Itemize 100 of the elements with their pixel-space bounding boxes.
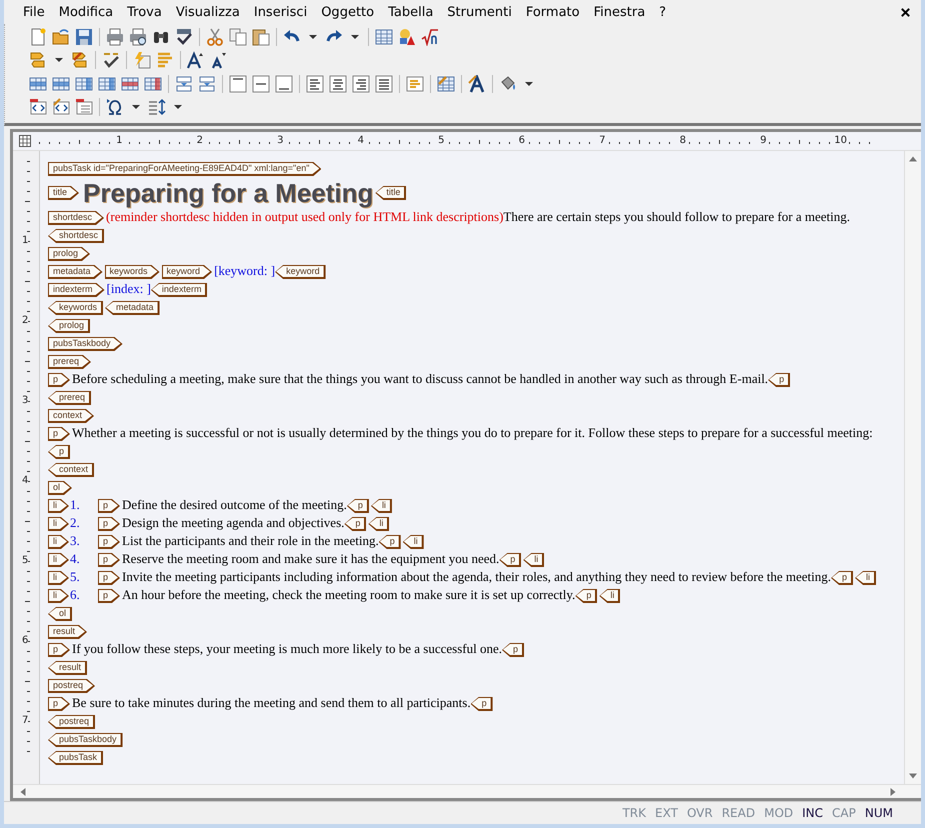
start-tag[interactable]: indexterm	[48, 283, 105, 298]
align-justify-icon[interactable]	[375, 74, 393, 93]
table-icon[interactable]	[375, 28, 393, 46]
close-icon[interactable]	[900, 6, 911, 18]
end-tag[interactable]: title	[375, 186, 406, 200]
new-document-icon[interactable]	[29, 28, 47, 46]
align-center-icon[interactable]	[329, 74, 347, 93]
end-tag[interactable]: li	[402, 535, 424, 550]
caret-icon[interactable]	[174, 105, 182, 110]
start-tag[interactable]: postreq	[48, 679, 96, 694]
print-preview-icon[interactable]	[129, 28, 147, 46]
start-tag[interactable]: li	[48, 535, 69, 550]
paste-icon[interactable]	[252, 28, 270, 46]
menu-item[interactable]: Oggetto	[314, 4, 382, 20]
menu-item[interactable]: Modifica	[52, 4, 120, 20]
end-tag[interactable]: context	[48, 463, 94, 478]
end-tag[interactable]: p	[378, 535, 401, 550]
copy-icon[interactable]	[229, 28, 247, 46]
formula-icon[interactable]	[421, 28, 439, 46]
start-tag[interactable]: p	[98, 499, 120, 514]
style-icon[interactable]	[468, 74, 486, 93]
end-tag[interactable]: keywords	[48, 301, 104, 316]
end-tag[interactable]: pubsTaskbody	[48, 733, 123, 748]
menu-item[interactable]: Trova	[120, 4, 169, 20]
end-tag[interactable]: ol	[48, 607, 72, 622]
end-tag[interactable]: li	[855, 571, 876, 586]
save-icon[interactable]	[75, 28, 93, 46]
end-tag[interactable]: p	[575, 589, 598, 604]
spellcheck-icon[interactable]	[175, 28, 193, 46]
end-tag[interactable]: p	[499, 553, 522, 568]
scroll-up-icon[interactable]	[909, 155, 917, 163]
end-tag[interactable]: prereq	[48, 391, 92, 406]
start-tag[interactable]: ol	[48, 481, 72, 496]
start-tag[interactable]: metadata	[48, 265, 103, 280]
start-tag[interactable]: context	[48, 409, 94, 424]
end-tag[interactable]: li	[368, 517, 390, 532]
end-tag[interactable]: p	[831, 571, 854, 586]
caret-icon[interactable]	[351, 34, 359, 39]
caret-icon[interactable]	[309, 34, 317, 39]
split-cells-icon[interactable]	[175, 74, 193, 93]
end-tag[interactable]: li	[523, 553, 544, 568]
code-tag-icon[interactable]	[29, 98, 47, 116]
lightning-document-icon[interactable]	[133, 51, 151, 70]
align-middle-icon[interactable]	[252, 74, 270, 93]
start-tag[interactable]: keywords	[104, 265, 160, 280]
start-tag[interactable]: pubsTaskbody	[48, 337, 123, 352]
start-tag[interactable]: p	[48, 697, 70, 712]
scroll-down-icon[interactable]	[909, 772, 917, 780]
start-tag[interactable]: p	[48, 643, 70, 658]
start-tag[interactable]: p	[98, 535, 120, 550]
scroll-left-icon[interactable]	[19, 788, 27, 796]
end-tag[interactable]: p	[768, 373, 790, 388]
font-decrease-icon[interactable]	[210, 51, 228, 70]
menu-item[interactable]: Finestra	[586, 4, 652, 20]
table-row-delete-icon[interactable]	[121, 74, 139, 93]
tag-icon[interactable]	[29, 51, 47, 70]
start-tag[interactable]: li	[48, 499, 69, 514]
start-tag[interactable]: shortdesc	[48, 211, 104, 226]
shapes-icon[interactable]	[398, 28, 416, 46]
table-icon[interactable]	[19, 135, 31, 147]
table-column-right-icon[interactable]	[98, 74, 116, 93]
scissors-icon[interactable]	[206, 28, 224, 46]
placeholder-text[interactable]: [index: ]	[106, 281, 151, 296]
pencil-code-tag-icon[interactable]	[52, 98, 70, 116]
caret-icon[interactable]	[525, 82, 533, 86]
end-tag[interactable]: p	[346, 499, 369, 514]
start-tag[interactable]: li	[48, 553, 69, 568]
horizontal-scrollbar[interactable]	[13, 784, 921, 798]
menu-item[interactable]: Formato	[518, 4, 587, 20]
end-tag[interactable]: indexterm	[150, 283, 208, 298]
end-tag[interactable]: pubsTask	[48, 751, 104, 766]
menu-item[interactable]: ?	[652, 4, 674, 20]
start-tag[interactable]: title	[48, 186, 80, 200]
end-tag[interactable]: p	[48, 445, 70, 460]
end-tag[interactable]: p	[470, 697, 493, 712]
start-tag[interactable]: pubsTask id="PreparingForAMeeting-E89EAD4D" xml:lang="en"	[48, 162, 322, 176]
start-tag[interactable]: result	[48, 625, 88, 640]
align-right-icon[interactable]	[352, 74, 370, 93]
end-tag[interactable]: shortdesc	[48, 229, 104, 244]
end-tag[interactable]: prolog	[48, 319, 90, 334]
menu-item[interactable]: File	[16, 4, 52, 20]
start-tag[interactable]: p	[98, 517, 120, 532]
caret-icon[interactable]	[55, 58, 63, 62]
table-column-left-icon[interactable]	[75, 74, 93, 93]
attributes-icon[interactable]	[406, 74, 424, 93]
check-list-icon[interactable]	[102, 51, 120, 70]
end-tag[interactable]: li	[599, 589, 620, 604]
menu-item[interactable]: Tabella	[381, 4, 440, 20]
scroll-right-icon[interactable]	[889, 788, 897, 796]
end-tag[interactable]: p	[502, 643, 524, 658]
folder-icon[interactable]	[52, 28, 70, 46]
font-increase-icon[interactable]	[187, 51, 205, 70]
align-top-icon[interactable]	[229, 74, 247, 93]
end-tag[interactable]: p	[344, 517, 366, 532]
caret-icon[interactable]	[132, 105, 140, 110]
table-row-below-icon[interactable]	[52, 74, 70, 93]
align-left-icon[interactable]	[306, 74, 324, 93]
start-tag[interactable]: p	[48, 373, 70, 388]
pencil-tag-icon[interactable]	[71, 51, 89, 70]
menu-item[interactable]: Inserisci	[246, 4, 314, 20]
